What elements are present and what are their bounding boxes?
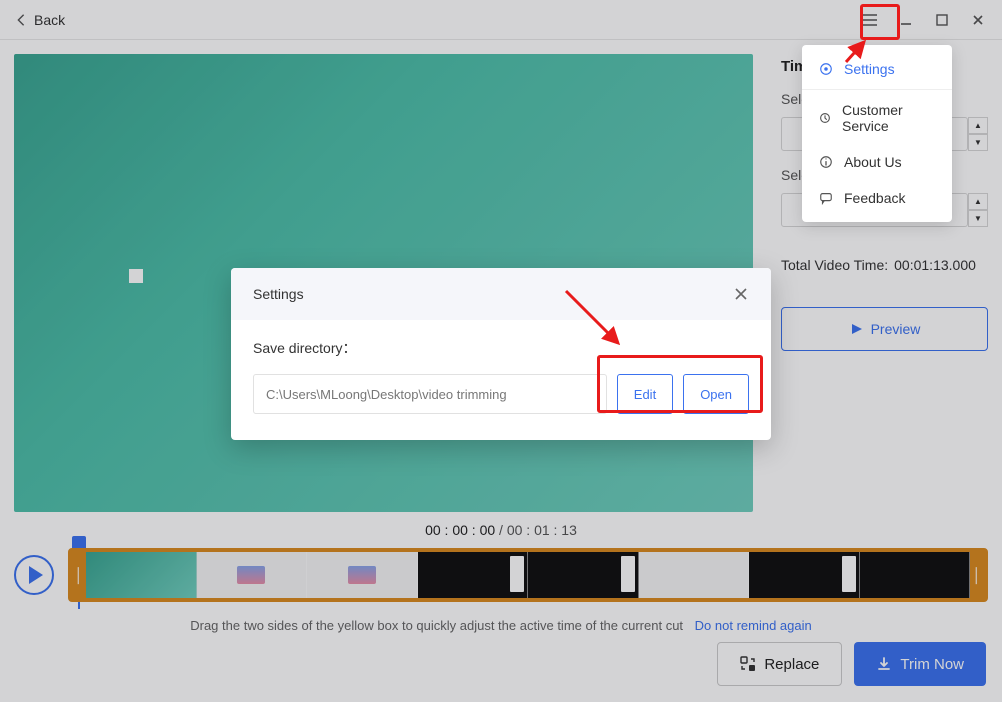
timeline-thumb xyxy=(860,552,971,598)
replace-label: Replace xyxy=(764,656,819,673)
trim-handle-right[interactable]: │ xyxy=(970,552,984,598)
timeline-thumb xyxy=(639,552,750,598)
close-button[interactable] xyxy=(960,4,996,36)
back-button[interactable]: Back xyxy=(6,8,73,32)
time-readout: 00 : 00 : 00 / 00 : 01 : 13 xyxy=(14,522,988,538)
preview-label: Preview xyxy=(871,321,921,337)
timeline-thumb xyxy=(749,552,860,598)
menu-item-about[interactable]: About Us xyxy=(802,144,952,180)
end-time-up[interactable]: ▲ xyxy=(968,193,988,210)
cursor-icon xyxy=(129,269,143,283)
total-time-value: 00:01:13.000 xyxy=(894,257,976,273)
edit-path-button[interactable]: Edit xyxy=(617,374,673,414)
main-menu: Settings Customer Service About Us Feedb… xyxy=(802,45,952,222)
menu-item-customer[interactable]: Customer Service xyxy=(802,92,952,144)
minimize-button[interactable] xyxy=(888,4,924,36)
menu-item-settings[interactable]: Settings xyxy=(802,51,952,87)
play-button[interactable] xyxy=(14,555,54,595)
settings-modal: Settings Save directory： C:\Users\MLoong… xyxy=(231,268,771,440)
preview-button[interactable]: Preview xyxy=(781,307,988,351)
feedback-icon xyxy=(818,190,834,206)
download-icon xyxy=(876,656,892,672)
back-label: Back xyxy=(34,12,65,28)
start-time-up[interactable]: ▲ xyxy=(968,117,988,134)
maximize-button[interactable] xyxy=(924,4,960,36)
hamburger-menu-button[interactable] xyxy=(852,4,888,36)
total-time-label: Total Video Time: xyxy=(781,257,888,273)
trim-now-button[interactable]: Trim Now xyxy=(854,642,986,686)
play-icon xyxy=(29,566,43,584)
menu-item-feedback[interactable]: Feedback xyxy=(802,180,952,216)
hint-text: Drag the two sides of the yellow box to … xyxy=(14,618,988,633)
save-directory-label: Save directory： xyxy=(253,338,749,358)
end-time-down[interactable]: ▼ xyxy=(968,210,988,227)
replace-button[interactable]: Replace xyxy=(717,642,842,686)
timeline-thumb xyxy=(197,552,308,598)
arrow-left-icon xyxy=(14,13,28,27)
open-path-button[interactable]: Open xyxy=(683,374,749,414)
start-time-down[interactable]: ▼ xyxy=(968,134,988,151)
play-icon xyxy=(849,322,863,336)
timeline-thumb xyxy=(528,552,639,598)
trim-handle-left[interactable]: │ xyxy=(72,552,86,598)
headset-icon xyxy=(818,110,832,126)
timeline-thumb xyxy=(418,552,529,598)
settings-icon xyxy=(818,61,834,77)
timeline-strip[interactable]: │ │ xyxy=(68,548,988,602)
save-directory-input[interactable]: C:\Users\MLoong\Desktop\video trimming xyxy=(253,374,607,414)
dismiss-hint-link[interactable]: Do not remind again xyxy=(695,618,812,633)
modal-close-button[interactable] xyxy=(733,286,749,302)
replace-icon xyxy=(740,656,756,672)
info-icon xyxy=(818,154,834,170)
timeline-thumb xyxy=(307,552,418,598)
modal-title: Settings xyxy=(253,286,304,302)
trim-label: Trim Now xyxy=(900,656,964,673)
timeline-thumb xyxy=(86,552,197,598)
